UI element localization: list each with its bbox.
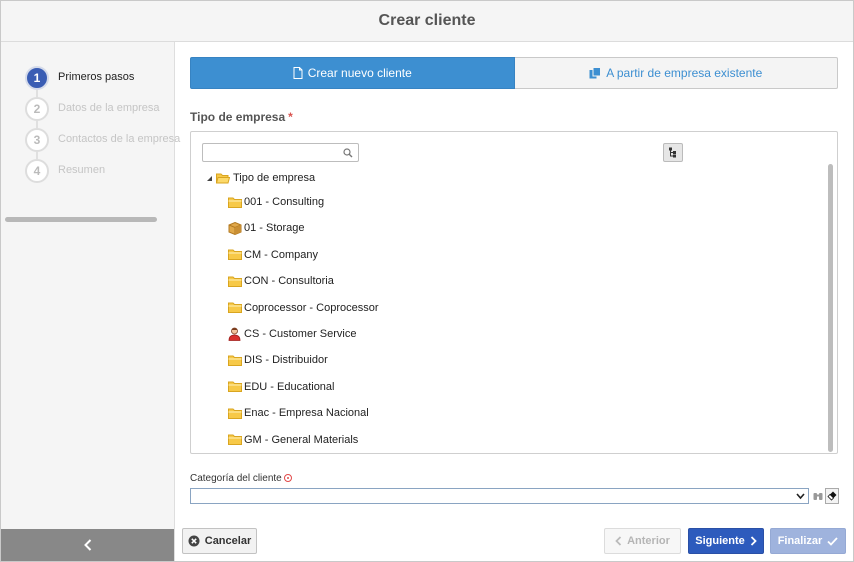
dialog-titlebar: Crear cliente [1,1,853,42]
company-type-tree: Tipo de empresa 001 - Consulting 01 - St… [190,131,838,454]
collapse-arrow-icon[interactable] [203,172,215,184]
cancel-label: Cancelar [204,535,252,547]
document-icon [293,67,303,79]
tree-item-label: Coprocessor - Coprocessor [244,301,379,314]
chevron-down-icon [796,493,805,500]
chevron-left-icon [615,536,622,546]
tree-item[interactable]: DIS - Distribuidor [227,353,379,379]
folder-icon [227,380,242,394]
client-category-label-text: Categoría del cliente [190,473,282,484]
step-number: 4 [25,159,49,183]
tree-item[interactable]: CM - Company [227,248,379,274]
required-marker: * [288,110,293,124]
tab-new-client[interactable]: Crear nuevo cliente [190,57,515,89]
dialog-title: Crear cliente [378,12,476,29]
cancel-icon [188,535,200,547]
previous-label: Anterior [627,535,670,547]
required-icon [283,474,292,482]
tab-existing-company[interactable]: A partir de empresa existente [514,57,838,89]
tree-structure-button[interactable] [663,143,683,162]
tree-item[interactable]: Coprocessor - Coprocessor [227,301,379,327]
tree-item-label: DIS - Distribuidor [244,354,328,367]
step-number: 3 [25,128,49,152]
tree-scrollbar[interactable] [828,164,833,452]
box-icon [227,221,242,235]
tree-children: 001 - Consulting 01 - Storage CM - Compa… [227,195,379,459]
step-label: Datos de la empresa [58,102,160,114]
tree-item-label: EDU - Educational [244,380,335,393]
folder-icon [227,274,242,288]
cancel-button[interactable]: Cancelar [182,528,257,554]
step-connector [36,152,38,159]
step-label: Contactos de la empresa [58,133,181,145]
tree-item[interactable]: CS - Customer Service [227,327,379,353]
tree-root-label: Tipo de empresa [233,172,316,184]
search-icon[interactable] [343,147,353,161]
tree-item-label: CM - Company [244,248,318,261]
sidebar-scrollbar[interactable] [5,217,157,222]
tree-item-label: 01 - Storage [244,222,305,235]
wizard-main: Crear nuevo cliente A partir de empresa … [175,42,853,561]
chevron-left-icon [83,539,91,551]
finish-label: Finalizar [777,535,823,547]
tab-existing-company-label: A partir de empresa existente [606,66,763,80]
eraser-icon [827,491,837,501]
finish-button[interactable]: Finalizar [770,528,846,554]
step-label: Resumen [58,164,106,176]
tree-item-label: Enac - Empresa Nacional [244,407,369,420]
step-number: 1 [25,66,49,90]
creation-mode-tabs: Crear nuevo cliente A partir de empresa … [190,57,838,89]
folder-icon [227,353,242,367]
tree-search-input[interactable] [203,144,338,161]
next-button[interactable]: Siguiente [688,528,764,554]
folder-icon [227,195,242,209]
wizard-sidebar: 1 Primeros pasos 2 Datos de la empresa 3… [1,42,180,561]
step-number: 2 [25,97,49,121]
folder-icon [227,301,242,315]
client-category-select[interactable] [190,488,809,504]
folder-icon [227,433,242,447]
step-label: Primeros pasos [58,71,135,83]
folder-icon [227,248,242,262]
open-folder-icon [216,171,231,185]
client-category-label: Categoría del cliente [190,473,292,484]
company-type-label-text: Tipo de empresa [190,110,286,124]
folder-icon [227,406,242,420]
tree-item[interactable]: Enac - Empresa Nacional [227,406,379,432]
check-icon [827,536,838,546]
tree-item[interactable]: 001 - Consulting [227,195,379,221]
clear-field-button[interactable] [825,488,839,504]
tree-root-node[interactable]: Tipo de empresa [203,170,315,186]
step-connector [36,90,38,97]
tree-item[interactable]: GM - General Materials [227,433,379,459]
tree-item[interactable]: CON - Consultoria [227,274,379,300]
tree-item[interactable]: 01 - Storage [227,221,379,247]
tree-item[interactable]: EDU - Educational [227,380,379,406]
previous-button[interactable]: Anterior [604,528,681,554]
chevron-right-icon [750,536,757,546]
create-client-dialog: Crear cliente 1 Primeros pasos 2 Datos d… [0,0,854,562]
next-label: Siguiente [695,535,745,547]
tree-item-label: CS - Customer Service [244,327,357,340]
copy-icon [589,67,602,79]
tree-item-label: GM - General Materials [244,433,359,446]
company-type-label: Tipo de empresa * [190,110,293,124]
binoculars-icon[interactable] [812,489,824,503]
tree-item-label: CON - Consultoria [244,275,334,288]
tree-structure-icon [669,147,676,158]
collapse-sidebar-button[interactable] [1,529,174,561]
tree-search-box [202,143,359,162]
step-connector [36,121,38,128]
tree-item-label: 001 - Consulting [244,196,325,208]
tab-new-client-label: Crear nuevo cliente [307,66,412,80]
person-icon [227,327,242,341]
